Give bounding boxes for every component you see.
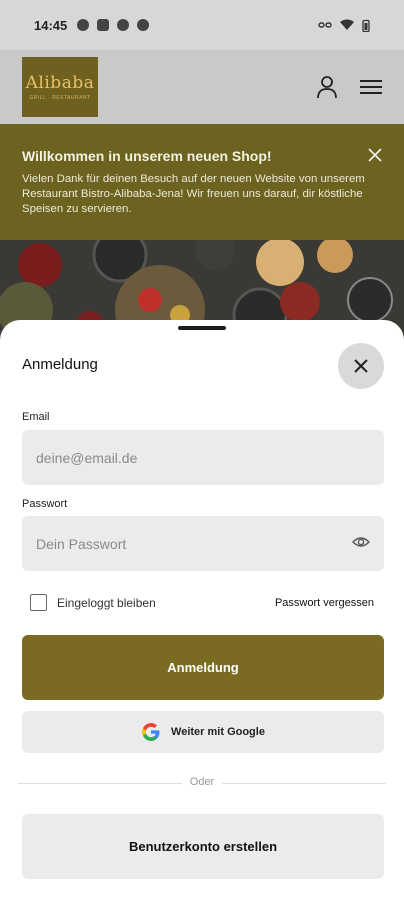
- email-label: Email: [22, 411, 50, 423]
- android-icon: [137, 19, 150, 31]
- password-placeholder: Dein Passwort: [36, 535, 127, 552]
- alibaba-logo[interactable]: Alibaba GRILL · RESTAURANT: [22, 57, 98, 117]
- status-notification-icons: [77, 19, 150, 31]
- status-time: 14:45: [34, 17, 68, 33]
- email-field[interactable]: deine@email.de: [22, 430, 384, 485]
- remember-me-label: Eingeloggt bleiben: [57, 595, 156, 610]
- remember-me-row[interactable]: Eingeloggt bleiben: [30, 594, 156, 611]
- forgot-password-link[interactable]: Passwort vergessen: [275, 597, 374, 609]
- status-bar: 14:45: [0, 0, 404, 50]
- google-icon: [142, 723, 160, 741]
- google-signin-button[interactable]: Weiter mit Google: [22, 711, 384, 753]
- close-icon: [354, 359, 368, 373]
- close-button[interactable]: [338, 343, 384, 389]
- divider-text: Oder: [182, 776, 222, 788]
- header-actions: [316, 75, 382, 99]
- status-system-icons: [318, 19, 370, 32]
- password-field[interactable]: Dein Passwort: [22, 516, 384, 571]
- media-icon: [117, 19, 130, 31]
- site-header: Alibaba GRILL · RESTAURANT: [0, 50, 404, 124]
- email-placeholder: deine@email.de: [36, 449, 138, 466]
- banner-text: Vielen Dank für deinen Besuch auf der ne…: [22, 173, 365, 215]
- welcome-banner: Willkommen in unserem neuen Shop! Vielen…: [0, 124, 404, 240]
- user-icon[interactable]: [316, 75, 338, 99]
- remember-me-checkbox[interactable]: [30, 594, 47, 611]
- logo-subtext: GRILL · RESTAURANT: [29, 95, 91, 101]
- sheet-drag-handle[interactable]: [178, 326, 226, 330]
- banner-close-icon[interactable]: [368, 148, 382, 162]
- login-button[interactable]: Anmeldung: [22, 635, 384, 700]
- menu-icon[interactable]: [360, 79, 382, 95]
- link-icon: [318, 22, 332, 28]
- battery-icon: [362, 19, 370, 32]
- banner-title: Willkommen in unserem neuen Shop!: [22, 148, 272, 164]
- sheet-title: Anmeldung: [22, 356, 98, 373]
- show-password-icon[interactable]: [352, 535, 370, 549]
- create-account-button[interactable]: Benutzerkonto erstellen: [22, 814, 384, 879]
- google-button-label: Weiter mit Google: [171, 726, 265, 738]
- app-icon: [97, 19, 110, 31]
- login-sheet: Anmeldung Email deine@email.de Passwort …: [0, 320, 404, 900]
- logo-text: Alibaba: [25, 73, 95, 93]
- password-label: Passwort: [22, 498, 68, 510]
- wifi-icon: [340, 19, 354, 30]
- notification-icon: [77, 19, 90, 31]
